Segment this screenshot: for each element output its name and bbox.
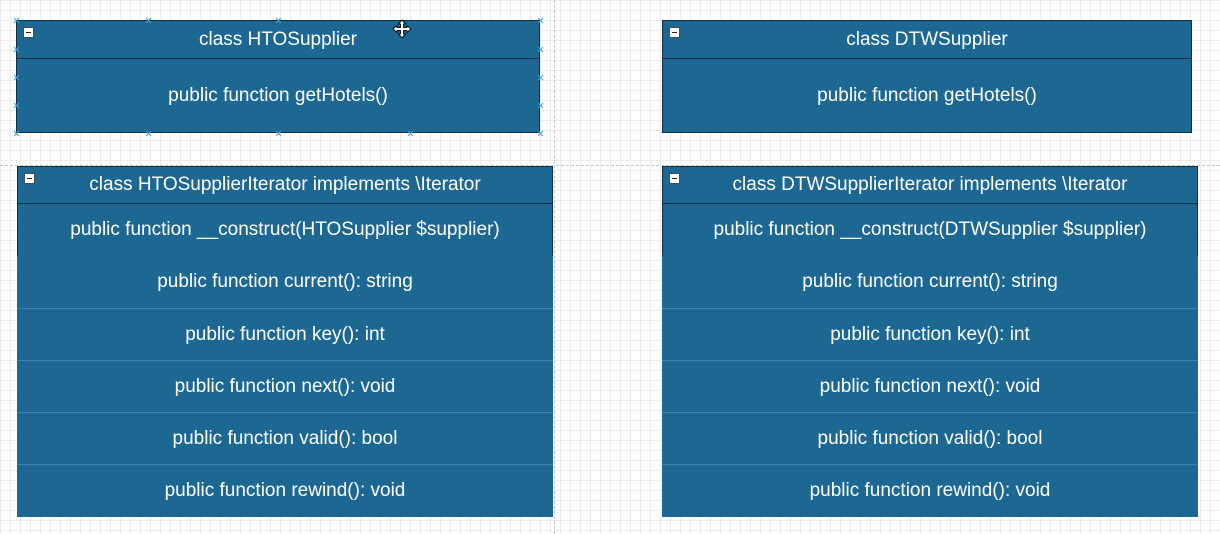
selection-handle[interactable]: [146, 131, 151, 136]
method-label: public function key(): int: [830, 323, 1030, 345]
page-break-vertical: [554, 0, 555, 534]
method-row[interactable]: public function next(): void: [17, 360, 553, 412]
method-label: public function next(): void: [174, 375, 396, 397]
selection-handle[interactable]: [14, 75, 19, 80]
selection-handle[interactable]: [14, 131, 19, 136]
collapse-icon[interactable]: [669, 27, 680, 38]
method-label: public function rewind(): void: [164, 480, 406, 501]
class-title: class DTWSupplier: [846, 29, 1008, 50]
method-row[interactable]: public function valid(): bool: [17, 412, 553, 464]
class-header[interactable]: class HTOSupplierIterator implements \It…: [17, 166, 553, 204]
method-row[interactable]: public function getHotels(): [663, 59, 1191, 132]
method-row[interactable]: public function rewind(): void: [17, 464, 553, 517]
method-label: public function valid(): bool: [817, 427, 1043, 449]
method-row[interactable]: public function current(): string: [662, 256, 1198, 308]
selection-handle[interactable]: [276, 18, 281, 23]
selection-handle[interactable]: [538, 131, 543, 136]
class-title: class HTOSupplierIterator implements \It…: [89, 174, 481, 195]
method-label: public function __construct(HTOSupplier …: [70, 219, 500, 240]
method-row[interactable]: public function rewind(): void: [662, 464, 1198, 517]
selection-handle[interactable]: [538, 47, 543, 52]
method-row[interactable]: public function current(): string: [17, 256, 553, 308]
selection-handle[interactable]: [14, 18, 19, 23]
method-row[interactable]: public function __construct(HTOSupplier …: [17, 204, 553, 256]
selection-handle[interactable]: [408, 131, 413, 136]
method-row[interactable]: public function __construct(DTWSupplier …: [662, 204, 1198, 256]
collapse-icon[interactable]: [24, 173, 35, 184]
selection-handle[interactable]: [538, 103, 543, 108]
class-hto-supplier-iterator[interactable]: class HTOSupplierIterator implements \It…: [17, 166, 553, 517]
class-dtw-supplier-iterator[interactable]: class DTWSupplierIterator implements \It…: [662, 166, 1198, 517]
method-row[interactable]: public function key(): int: [17, 308, 553, 360]
method-label: public function current(): string: [157, 271, 413, 292]
method-row[interactable]: public function valid(): bool: [662, 412, 1198, 464]
method-label: public function getHotels(): [817, 84, 1037, 106]
class-title: class HTOSupplier: [198, 29, 358, 50]
method-label: public function __construct(DTWSupplier …: [713, 219, 1147, 240]
method-label: public function key(): int: [185, 323, 385, 345]
class-dtw-supplier[interactable]: class DTWSupplier public function getHot…: [662, 20, 1192, 133]
method-label: public function getHotels(): [168, 84, 388, 106]
method-row[interactable]: public function key(): int: [662, 308, 1198, 360]
class-header[interactable]: class DTWSupplierIterator implements \It…: [662, 166, 1198, 204]
class-header[interactable]: class HTOSupplier: [17, 21, 539, 59]
selection-handle[interactable]: [14, 47, 19, 52]
method-label: public function current(): string: [802, 271, 1058, 292]
class-title: class DTWSupplierIterator implements \It…: [732, 174, 1128, 195]
selection-handle[interactable]: [146, 18, 151, 23]
method-label: public function rewind(): void: [809, 480, 1051, 501]
collapse-icon[interactable]: [23, 27, 34, 38]
method-row[interactable]: public function next(): void: [662, 360, 1198, 412]
move-cursor-icon: [392, 19, 412, 39]
selection-handle[interactable]: [276, 131, 281, 136]
class-hto-supplier[interactable]: class HTOSupplier public function getHot…: [16, 20, 540, 133]
method-label: public function next(): void: [819, 375, 1041, 397]
collapse-icon[interactable]: [669, 173, 680, 184]
selection-handle[interactable]: [538, 75, 543, 80]
method-label: public function valid(): bool: [172, 427, 398, 449]
selection-handle[interactable]: [14, 103, 19, 108]
method-row[interactable]: public function getHotels(): [17, 59, 539, 132]
class-header[interactable]: class DTWSupplier: [663, 21, 1191, 59]
selection-handle[interactable]: [538, 18, 543, 23]
